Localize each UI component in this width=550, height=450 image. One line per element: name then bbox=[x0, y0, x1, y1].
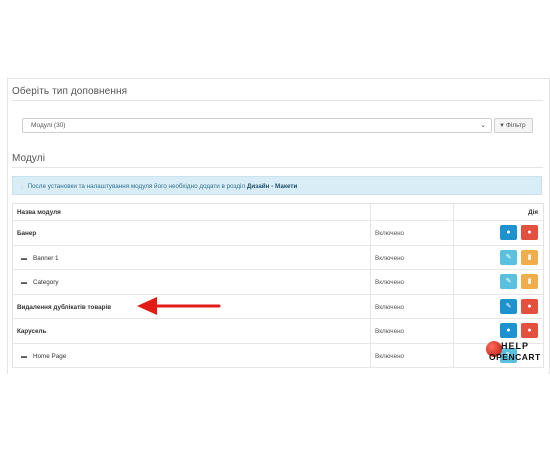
info-circle-icon: ❕ bbox=[18, 183, 26, 190]
extension-type-select[interactable]: Модулі (30) ⌄ bbox=[22, 118, 492, 133]
trash-icon: ▮ bbox=[527, 278, 532, 285]
edit-button[interactable]: ✎ bbox=[500, 249, 517, 265]
module-name: Banner 1 bbox=[33, 254, 59, 262]
table-row: Видалення дублікатів товарів Включено ✎ … bbox=[13, 294, 543, 319]
info-alert: ❕ После установки та налаштування модуля… bbox=[12, 176, 542, 195]
divider bbox=[12, 100, 543, 101]
plus-circle-icon: ● bbox=[506, 327, 511, 334]
module-name: Category bbox=[33, 279, 59, 286]
red-arrow-annotation bbox=[137, 297, 221, 315]
module-status: Включено bbox=[375, 303, 405, 311]
module-status: Включено bbox=[375, 352, 405, 360]
module-status: Включено bbox=[375, 279, 405, 286]
folder-open-icon: ▬ bbox=[21, 353, 27, 360]
modules-table: Назва модуля Дія Банер Включено ● ● ▬ Ban… bbox=[12, 203, 544, 368]
module-status: Включено bbox=[375, 328, 405, 335]
module-status: Включено bbox=[375, 230, 405, 237]
folder-open-icon: ▬ bbox=[21, 280, 27, 286]
logo-text-bottom: OPENCART bbox=[489, 352, 541, 362]
logo-text-top: HELP bbox=[501, 341, 530, 351]
extension-type-title: Оберіть тип доповнення bbox=[12, 86, 128, 97]
uninstall-button[interactable]: ● bbox=[521, 323, 538, 338]
module-status: Включено bbox=[375, 254, 405, 262]
plus-circle-icon: ● bbox=[506, 229, 511, 236]
module-name: Home Page bbox=[33, 352, 67, 360]
minus-circle-icon: ● bbox=[527, 302, 532, 310]
filter-icon: ▼ bbox=[499, 123, 505, 129]
edit-button[interactable]: ✎ bbox=[500, 274, 517, 289]
pencil-icon: ✎ bbox=[505, 278, 512, 285]
select-value: Модулі (30) bbox=[31, 122, 66, 129]
column-header-name: Назва модуля bbox=[17, 209, 61, 216]
divider bbox=[12, 167, 543, 168]
alert-link[interactable]: Дизайн - Макети bbox=[247, 183, 298, 190]
table-header-row: Назва модуля Дія bbox=[13, 204, 543, 221]
module-name: Банер bbox=[17, 230, 37, 237]
filter-button-label: Фільтр bbox=[505, 122, 526, 129]
table-row: Карусель Включено ● ● bbox=[13, 319, 543, 344]
add-button[interactable]: ● bbox=[500, 323, 517, 338]
pencil-icon: ✎ bbox=[505, 302, 512, 310]
uninstall-button[interactable]: ● bbox=[521, 298, 538, 314]
filter-button[interactable]: ▼Фільтр bbox=[494, 118, 533, 133]
help-opencart-logo: HELP OPENCART bbox=[486, 340, 546, 366]
alert-text: После установки та налаштування модуля й… bbox=[27, 183, 247, 190]
table-row: ▬ Home Page Включено ✎ bbox=[13, 343, 543, 368]
folder-open-icon: ▬ bbox=[21, 255, 27, 262]
pencil-icon: ✎ bbox=[505, 253, 512, 261]
module-name: Карусель bbox=[17, 328, 47, 335]
uninstall-button[interactable]: ● bbox=[521, 225, 538, 240]
add-button[interactable]: ● bbox=[500, 225, 517, 240]
chevron-down-icon: ⌄ bbox=[480, 122, 486, 129]
minus-circle-icon: ● bbox=[527, 327, 532, 334]
delete-button[interactable]: ▮ bbox=[521, 249, 538, 265]
modules-title: Модулі bbox=[12, 153, 46, 164]
table-row: ▬ Banner 1 Включено ✎ ▮ bbox=[13, 245, 543, 270]
module-name: Видалення дублікатів товарів bbox=[17, 303, 112, 311]
trash-icon: ▮ bbox=[527, 253, 532, 261]
edit-button[interactable]: ✎ bbox=[500, 298, 517, 314]
minus-circle-icon: ● bbox=[527, 229, 532, 236]
table-row: ▬ Category Включено ✎ ▮ bbox=[13, 270, 543, 295]
column-header-action: Дія bbox=[528, 209, 538, 216]
delete-button[interactable]: ▮ bbox=[521, 274, 538, 289]
table-row: Банер Включено ● ● bbox=[13, 221, 543, 246]
